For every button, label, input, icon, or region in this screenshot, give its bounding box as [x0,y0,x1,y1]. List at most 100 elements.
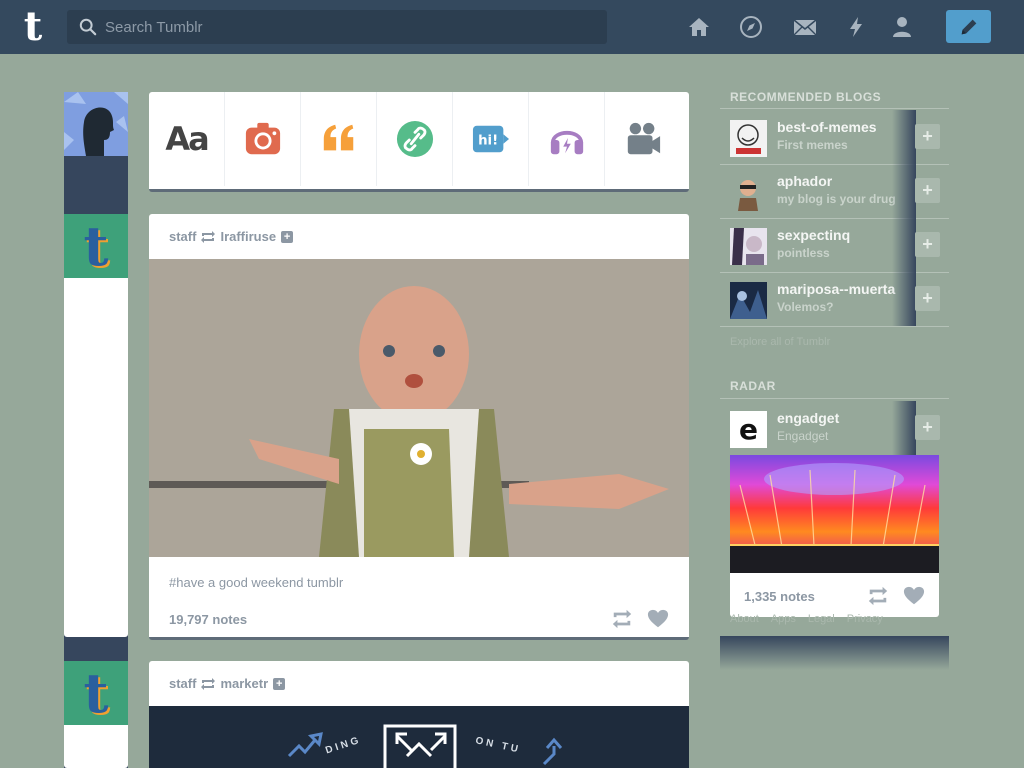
post-tags[interactable]: #have a good weekend tumblr [149,557,689,590]
blog-avatar[interactable] [730,174,767,211]
arrows-banner-graphic [287,724,563,768]
post-banner-image[interactable]: DING ON TU [149,706,689,768]
post-photo[interactable] [149,259,689,557]
link-icon [396,120,433,158]
post-type-link[interactable] [377,92,453,186]
blog-avatar[interactable] [730,228,767,265]
reblog-icon[interactable] [611,608,633,630]
post-card-1: staff Iraffiruse + #have a good weekend … [149,214,689,640]
staff-avatar-2[interactable]: t [64,661,128,725]
staff-avatar-1[interactable]: t [64,214,128,278]
recommended-blog-item[interactable]: aphador my blog is your drug + [720,164,949,218]
colorful-lights-image [730,455,939,573]
footer-link-legal[interactable]: Legal [808,613,835,625]
post-author[interactable]: staff [169,229,196,244]
post-type-audio[interactable] [529,92,605,186]
recommended-blog-item[interactable]: best-of-memes First memes + [720,110,949,164]
divider [720,108,949,109]
post-type-video[interactable] [605,92,681,186]
follow-button[interactable]: + [915,286,940,311]
post-type-photo[interactable] [225,92,301,186]
notes-count[interactable]: 1,335 notes [744,589,815,604]
footer-link-about[interactable]: About [730,613,759,625]
radar-blog-avatar[interactable]: e [730,411,767,448]
chat-glyph: hi! [478,134,498,149]
search-input[interactable] [105,18,585,36]
follow-plus-icon[interactable]: + [273,677,286,690]
post-actions [867,585,925,607]
pencil-icon [961,19,976,34]
avatar-strip-1 [64,278,128,637]
blog-title: First memes [777,138,848,152]
meme-face-avatar-icon [730,120,767,157]
home-icon[interactable] [686,14,712,40]
sidebar-footer-links: About Apps Legal Privacy [730,613,883,625]
engadget-logo-icon: e [739,413,758,446]
baby-doll-image [149,259,689,557]
row-fade [892,272,916,326]
notes-count[interactable]: 19,797 notes [169,612,247,627]
blog-title: pointless [777,246,830,260]
blog-title: Volemos? [777,300,834,314]
recommended-blogs-title: RECOMMENDED BLOGS [730,90,882,104]
post-actions [611,608,669,630]
like-heart-icon[interactable] [647,608,669,630]
post-footer: 19,797 notes [149,590,689,630]
post-header: staff marketr + [149,661,689,706]
recommended-blog-item[interactable]: mariposa--muerta Volemos? + [720,272,949,326]
post-type-chat[interactable]: hi! [453,92,529,186]
blog-avatar[interactable] [730,120,767,157]
divider [720,398,949,399]
post-type-text[interactable]: Aa [149,92,225,186]
reblog-source[interactable]: Iraffiruse [220,229,276,244]
radar-post-card: 1,335 notes [730,455,939,617]
recommended-blog-item[interactable]: sexpectinq pointless + [720,218,949,272]
reblog-small-icon [201,677,216,690]
explore-compass-icon[interactable] [738,14,764,40]
post-type-selector: Aa hi! [149,92,689,192]
avatar-strip-2 [64,725,128,768]
tumblr-logo[interactable]: t [18,7,48,47]
follow-button[interactable]: + [915,232,940,257]
like-heart-icon[interactable] [903,585,925,607]
compose-post-button[interactable] [946,10,991,43]
top-navigation-bar: t [0,0,1024,54]
inbox-mail-icon[interactable] [792,14,818,40]
follow-plus-icon[interactable]: + [281,230,294,243]
row-fade [892,164,916,218]
radar-blog-item[interactable]: e engadget Engadget + [720,401,949,455]
follow-button[interactable]: + [915,415,940,440]
row-fade [892,110,916,164]
quote-icon [323,124,353,151]
row-fade [892,401,916,455]
radar-title: RADAR [730,379,776,393]
blog-title: Engadget [777,429,829,443]
explore-all-link[interactable]: Explore all of Tumblr [730,336,830,348]
search-icon [79,18,97,36]
follow-button[interactable]: + [915,124,940,149]
activity-lightning-icon[interactable] [843,14,869,40]
blog-avatar[interactable] [730,282,767,319]
post-type-quote[interactable] [301,92,377,186]
follow-button[interactable]: + [915,178,940,203]
reblog-icon[interactable] [867,585,889,607]
radar-post-image[interactable] [730,455,939,573]
post-author[interactable]: staff [169,676,196,691]
post-card-2: staff marketr + DING ON TU [149,661,689,768]
search-box[interactable] [67,10,607,44]
footer-link-privacy[interactable]: Privacy [847,613,883,625]
radar-post-footer: 1,335 notes [730,573,939,607]
text-type-icon: Aa [165,120,209,158]
video-camera-icon [627,122,661,155]
cartoon-avatar-icon [730,174,767,211]
row-fade [892,218,916,272]
reblog-source[interactable]: marketr [220,676,268,691]
silhouette-avatar-icon [64,92,128,156]
post-header: staff Iraffiruse + [149,214,689,259]
dark-photo-avatar-icon [730,282,767,319]
reblog-small-icon [201,230,216,243]
user-avatar[interactable] [64,92,128,156]
account-person-icon[interactable] [889,14,915,40]
photo-avatar-icon [730,228,767,265]
footer-link-apps[interactable]: Apps [771,613,796,625]
